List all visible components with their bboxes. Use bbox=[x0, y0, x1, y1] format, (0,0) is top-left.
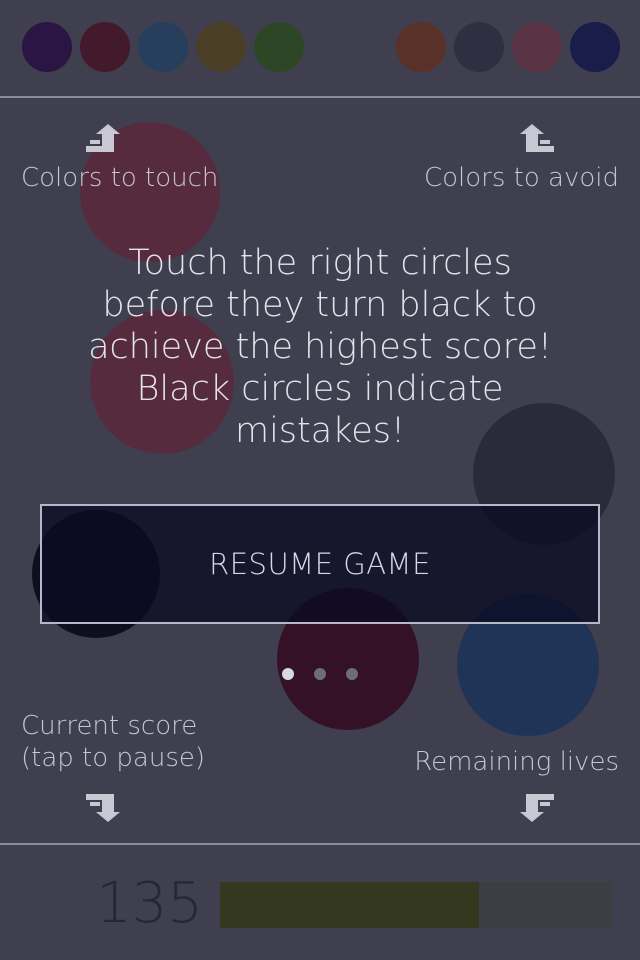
touch-color-swatch bbox=[254, 22, 304, 72]
arrow-up-left-icon bbox=[520, 124, 554, 152]
instructions-text: Touch the right circles before they turn… bbox=[40, 242, 600, 452]
current-score-label: Current score (tap to pause) bbox=[21, 710, 205, 774]
page-dot[interactable] bbox=[314, 668, 326, 680]
resume-game-button[interactable]: RESUME GAME bbox=[40, 504, 600, 624]
avoid-color-swatch bbox=[570, 22, 620, 72]
avoid-color-swatch bbox=[512, 22, 562, 72]
lives-bar-fill bbox=[220, 882, 479, 928]
touch-color-swatch bbox=[22, 22, 72, 72]
avoid-color-swatch bbox=[396, 22, 446, 72]
touch-color-swatch bbox=[138, 22, 188, 72]
current-score-label-line: Current score bbox=[21, 711, 198, 741]
color-legend-bar bbox=[0, 0, 640, 96]
arrow-down-right-icon bbox=[520, 794, 554, 822]
colors-to-avoid-label: Colors to avoid bbox=[423, 163, 619, 193]
remaining-lives-label: Remaining lives bbox=[414, 747, 619, 777]
colors-to-touch-label: Colors to touch bbox=[21, 163, 219, 193]
page-dot[interactable] bbox=[346, 668, 358, 680]
score-value[interactable]: 135 bbox=[96, 868, 203, 940]
bottom-divider bbox=[0, 843, 640, 845]
instructions-line: before they turn black to bbox=[102, 285, 538, 325]
top-divider bbox=[0, 96, 640, 98]
instructions-line: Black circles indicate bbox=[136, 369, 504, 409]
instructions-line: achieve the highest score! bbox=[88, 327, 552, 367]
arrow-down-left-icon bbox=[86, 794, 120, 822]
page-dot-active[interactable] bbox=[282, 668, 294, 680]
current-score-hint: (tap to pause) bbox=[21, 743, 206, 773]
arrow-up-right-icon bbox=[86, 124, 120, 152]
touch-color-swatch bbox=[80, 22, 130, 72]
instructions-line: mistakes! bbox=[234, 411, 406, 451]
touch-color-swatch bbox=[196, 22, 246, 72]
avoid-color-swatch bbox=[454, 22, 504, 72]
lives-bar bbox=[220, 882, 612, 928]
instructions-line: Touch the right circles bbox=[128, 243, 512, 283]
